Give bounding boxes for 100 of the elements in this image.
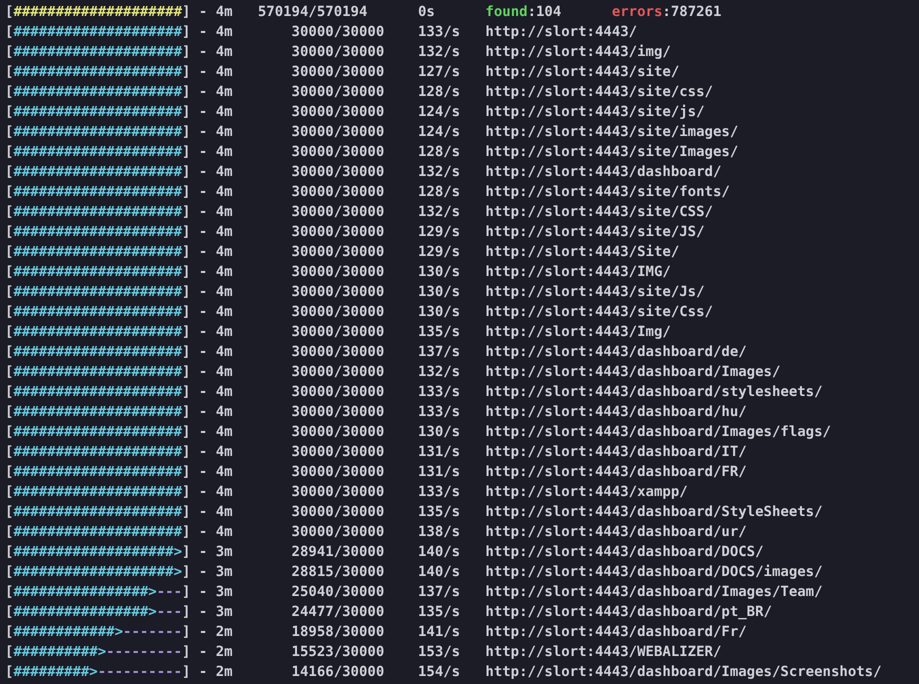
separator: -	[198, 144, 208, 160]
scan-rate: 133/s	[418, 404, 460, 420]
elapsed-time: 4m	[216, 424, 233, 440]
elapsed-time: 4m	[216, 364, 233, 380]
scan-rate: 133/s	[418, 24, 460, 40]
scan-rate: 129/s	[418, 224, 460, 240]
progress-count: 30000/30000	[292, 124, 384, 140]
errors-count: :787261	[662, 4, 722, 20]
separator: -	[198, 324, 208, 340]
elapsed-time: 2m	[216, 624, 233, 640]
progress-text: [####################]	[5, 304, 190, 320]
errors-label: errors	[612, 4, 662, 20]
separator: -	[198, 384, 208, 400]
progress-count: 30000/30000	[292, 404, 384, 420]
separator: -	[198, 664, 208, 680]
separator: -	[198, 364, 208, 380]
progress-text: [####################]	[5, 144, 190, 160]
progress-text: [####################]	[5, 4, 190, 20]
separator: -	[198, 484, 208, 500]
url-text: http://slort:4443/dashboard/StyleSheets/	[485, 504, 823, 520]
progress-text: [####################]	[5, 384, 190, 400]
progress-text: [################>---]	[5, 604, 190, 620]
scan-rate: 129/s	[418, 244, 460, 260]
scan-rate: 137/s	[418, 344, 460, 360]
elapsed-time: 3m	[216, 604, 233, 620]
progress-count: 30000/30000	[292, 504, 384, 520]
elapsed-time: 4m	[216, 484, 233, 500]
progress-text: [################>---]	[5, 584, 190, 600]
scan-rate: 137/s	[418, 584, 460, 600]
progress-count: 24477/30000	[292, 604, 384, 620]
elapsed-time: 2m	[216, 664, 233, 680]
progress-text: [###################>]	[5, 564, 190, 580]
progress-count: 25040/30000	[292, 584, 384, 600]
url-text: http://slort:4443/site/Css/	[485, 304, 713, 320]
progress-text: [####################]	[5, 204, 190, 220]
scan-rate: 132/s	[418, 164, 460, 180]
elapsed-time: 3m	[216, 544, 233, 560]
progress-text: [####################]	[5, 444, 190, 460]
scan-rate: 130/s	[418, 284, 460, 300]
progress-count: 30000/30000	[292, 24, 384, 40]
url-text: http://slort:4443/dashboard/	[485, 164, 722, 180]
scan-rate: 131/s	[418, 464, 460, 480]
url-text: http://slort:4443/dashboard/hu/	[485, 404, 747, 420]
separator: -	[198, 184, 208, 200]
separator: -	[198, 244, 208, 260]
elapsed-time: 4m	[216, 444, 233, 460]
scan-rate: 154/s	[418, 664, 460, 680]
progress-count: 28815/30000	[292, 564, 384, 580]
progress-count: 30000/30000	[292, 364, 384, 380]
progress-count: 30000/30000	[292, 284, 384, 300]
progress-text: [####################]	[5, 164, 190, 180]
elapsed-time: 4m	[216, 164, 233, 180]
progress-count: 30000/30000	[292, 84, 384, 100]
progress-count: 30000/30000	[292, 384, 384, 400]
elapsed-time: 4m	[216, 104, 233, 120]
progress-text: [####################]	[5, 244, 190, 260]
scan-rate: 124/s	[418, 104, 460, 120]
progress-text: [####################]	[5, 504, 190, 520]
url-text: http://slort:4443/dashboard/IT/	[485, 444, 747, 460]
progress-count: 30000/30000	[292, 444, 384, 460]
scan-rate: 133/s	[418, 384, 460, 400]
elapsed-time: 4m	[216, 44, 233, 60]
progress-count: 18958/30000	[292, 624, 384, 640]
progress-count: 30000/30000	[292, 164, 384, 180]
separator: -	[198, 644, 208, 660]
url-text: http://slort:4443/Site/	[485, 244, 680, 260]
progress-count: 30000/30000	[292, 244, 384, 260]
url-text: http://slort:4443/site/images/	[485, 124, 738, 140]
progress-count: 30000/30000	[292, 344, 384, 360]
progress-text: [####################]	[5, 264, 190, 280]
found-count: :104	[528, 4, 562, 20]
separator: -	[198, 424, 208, 440]
progress-text: [####################]	[5, 184, 190, 200]
url-text: http://slort:4443/dashboard/Images/Team/	[485, 584, 823, 600]
elapsed-time: 3m	[216, 584, 233, 600]
elapsed-time: 4m	[216, 64, 233, 80]
progress-count: 30000/30000	[292, 224, 384, 240]
separator: -	[198, 204, 208, 220]
scan-rate: 140/s	[418, 544, 460, 560]
elapsed-time: 3m	[216, 564, 233, 580]
separator: -	[198, 504, 208, 520]
url-text: http://slort:4443/dashboard/Images/Screenshots/	[485, 664, 882, 680]
progress-count: 15523/30000	[292, 644, 384, 660]
separator: -	[198, 264, 208, 280]
scan-rate: 128/s	[418, 84, 460, 100]
progress-text: [####################]	[5, 524, 190, 540]
progress-text: [####################]	[5, 324, 190, 340]
separator: -	[198, 624, 208, 640]
url-text: http://slort:4443/site/	[485, 64, 680, 80]
elapsed-time: 4m	[216, 4, 233, 20]
elapsed-time: 4m	[216, 204, 233, 220]
url-text: http://slort:4443/dashboard/Images/	[485, 364, 780, 380]
scan-rate: 133/s	[418, 484, 460, 500]
url-text: http://slort:4443/site/Js/	[485, 284, 705, 300]
url-text: http://slort:4443/site/JS/	[485, 224, 705, 240]
url-text: http://slort:4443/	[485, 24, 638, 40]
url-text: http://slort:4443/site/fonts/	[485, 184, 730, 200]
elapsed-time: 4m	[216, 284, 233, 300]
url-text: http://slort:4443/site/css/	[485, 84, 713, 100]
url-text: http://slort:4443/dashboard/Fr/	[485, 624, 747, 640]
